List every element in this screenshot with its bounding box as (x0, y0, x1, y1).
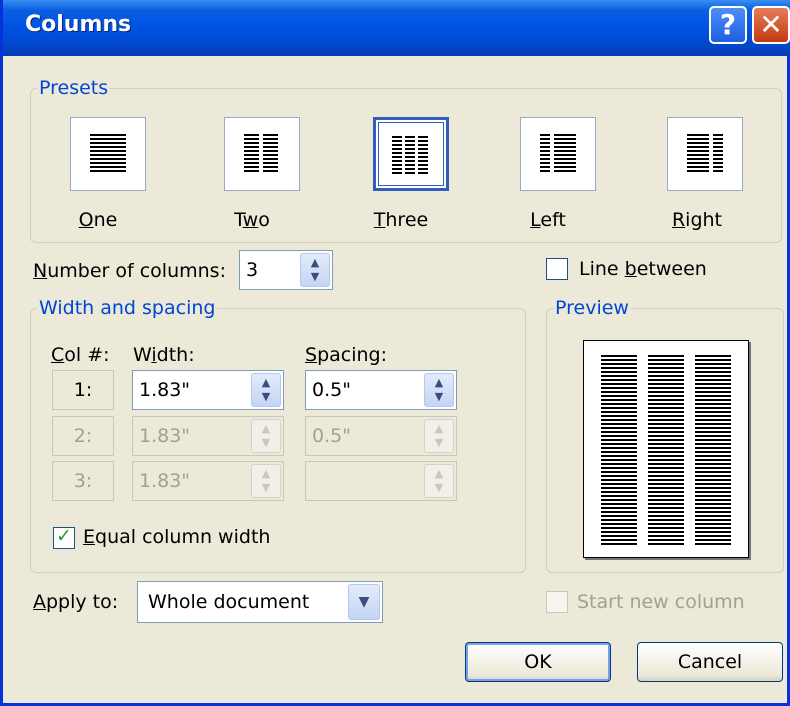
col-2-width-value: 1.83" (139, 425, 191, 447)
right-wide-column-icon (687, 134, 709, 174)
spin-up-icon: ▲ (261, 376, 271, 389)
preset-one-label: One (78, 209, 118, 231)
col-2-spacing-value: 0.5" (312, 425, 351, 447)
left-narrow-column-icon (540, 134, 550, 174)
preset-three-tile[interactable] (373, 117, 449, 191)
col-1-width-value: 1.83" (139, 379, 191, 401)
col-3-width-spinner: ▲ ▼ (251, 464, 281, 498)
help-button[interactable]: ? (709, 6, 747, 44)
spin-down-icon: ▼ (261, 481, 271, 494)
spin-down-icon: ▼ (434, 390, 444, 403)
number-of-columns-spinner[interactable]: ▲ ▼ (300, 253, 330, 287)
spin-down-icon: ▼ (261, 390, 271, 403)
close-icon: ✕ (759, 8, 783, 41)
columns-dialog: Columns ? ✕ Presets One Two Three Left R… (0, 0, 790, 706)
col-1-spacing-value: 0.5" (312, 379, 351, 401)
spin-up-icon: ▲ (261, 422, 271, 435)
col-3-number: 3: (52, 461, 114, 501)
apply-to-label: Apply to: (33, 591, 119, 613)
preset-one-tile[interactable] (70, 117, 146, 191)
apply-to-select[interactable]: Whole document ▼ (137, 581, 383, 623)
col-2-spacing-stepper: 0.5" ▲ ▼ (305, 416, 457, 456)
two-columns-icon-right (263, 134, 278, 174)
spin-down-icon: ▼ (261, 436, 271, 449)
cancel-button[interactable]: Cancel (637, 642, 783, 682)
preview-column-3 (695, 355, 731, 545)
line-between-label[interactable]: Line between (579, 258, 707, 280)
start-new-column-checkbox (546, 591, 568, 613)
col-3-width-value: 1.83" (139, 470, 191, 492)
spin-up-icon: ▲ (434, 422, 444, 435)
width-and-spacing-legend: Width and spacing (39, 297, 216, 319)
col-2-spacing-spinner: ▲ ▼ (424, 419, 454, 453)
preset-left-tile[interactable] (520, 117, 596, 191)
col-1-width-spinner[interactable]: ▲ ▼ (251, 373, 281, 407)
col-1-number: 1: (52, 370, 114, 410)
left-wide-column-icon (554, 134, 576, 174)
chevron-down-icon[interactable]: ▼ (348, 584, 380, 620)
spin-down-icon: ▼ (434, 436, 444, 449)
spin-up-icon: ▲ (261, 467, 271, 480)
close-button[interactable]: ✕ (752, 6, 790, 44)
preset-right-label: Right (671, 209, 723, 231)
preset-right-tile[interactable] (667, 117, 743, 191)
spin-up-icon: ▲ (310, 256, 320, 269)
help-icon: ? (719, 8, 737, 41)
col-1-spacing-spinner[interactable]: ▲ ▼ (424, 373, 454, 407)
three-columns-icon-2 (405, 136, 415, 176)
presets-legend: Presets (39, 77, 109, 99)
title-bar[interactable]: Columns ? ✕ (3, 0, 790, 56)
col-3-spacing-spinner: ▲ ▼ (424, 464, 454, 498)
preview-legend: Preview (555, 297, 629, 319)
spin-down-icon: ▼ (434, 481, 444, 494)
number-of-columns-stepper[interactable]: 3 ▲ ▼ (239, 250, 333, 290)
preset-left-label: Left (530, 209, 566, 231)
line-between-checkbox[interactable] (546, 258, 568, 280)
col-1-width-stepper[interactable]: 1.83" ▲ ▼ (132, 370, 284, 410)
col-3-spacing-stepper: ▲ ▼ (305, 461, 457, 501)
preview-column-1 (601, 355, 637, 545)
number-of-columns-value: 3 (246, 259, 259, 281)
number-of-columns-label: Number of columns: (33, 260, 226, 282)
preview-column-2 (648, 355, 684, 545)
col-3-width-stepper: 1.83" ▲ ▼ (132, 461, 284, 501)
start-new-column-label: Start new column (577, 591, 745, 613)
dialog-title: Columns (25, 12, 132, 37)
right-narrow-column-icon (713, 134, 723, 174)
three-columns-icon-3 (418, 136, 428, 176)
equal-column-width-checkbox[interactable]: ✓ (53, 525, 75, 549)
width-header: Width: (133, 344, 195, 366)
preset-three-label: Three (373, 209, 429, 231)
equal-column-width-label[interactable]: Equal column width (83, 526, 270, 548)
spacing-header: Spacing: (305, 344, 387, 366)
col-number-header: Col #: (51, 344, 110, 366)
one-column-icon (90, 134, 126, 174)
preset-two-label: Two (234, 209, 270, 231)
col-2-width-stepper: 1.83" ▲ ▼ (132, 416, 284, 456)
spin-down-icon: ▼ (310, 270, 320, 283)
apply-to-value: Whole document (148, 591, 310, 613)
checkmark-icon: ✓ (56, 525, 72, 547)
col-2-width-spinner: ▲ ▼ (251, 419, 281, 453)
ok-button[interactable]: OK (465, 642, 611, 682)
preset-two-tile[interactable] (224, 117, 300, 191)
two-columns-icon-left (244, 134, 259, 174)
spin-up-icon: ▲ (434, 376, 444, 389)
col-2-number: 2: (52, 416, 114, 456)
three-columns-icon-1 (392, 136, 402, 176)
spin-up-icon: ▲ (434, 467, 444, 480)
col-1-spacing-stepper[interactable]: 0.5" ▲ ▼ (305, 370, 457, 410)
preview-page (583, 340, 749, 558)
